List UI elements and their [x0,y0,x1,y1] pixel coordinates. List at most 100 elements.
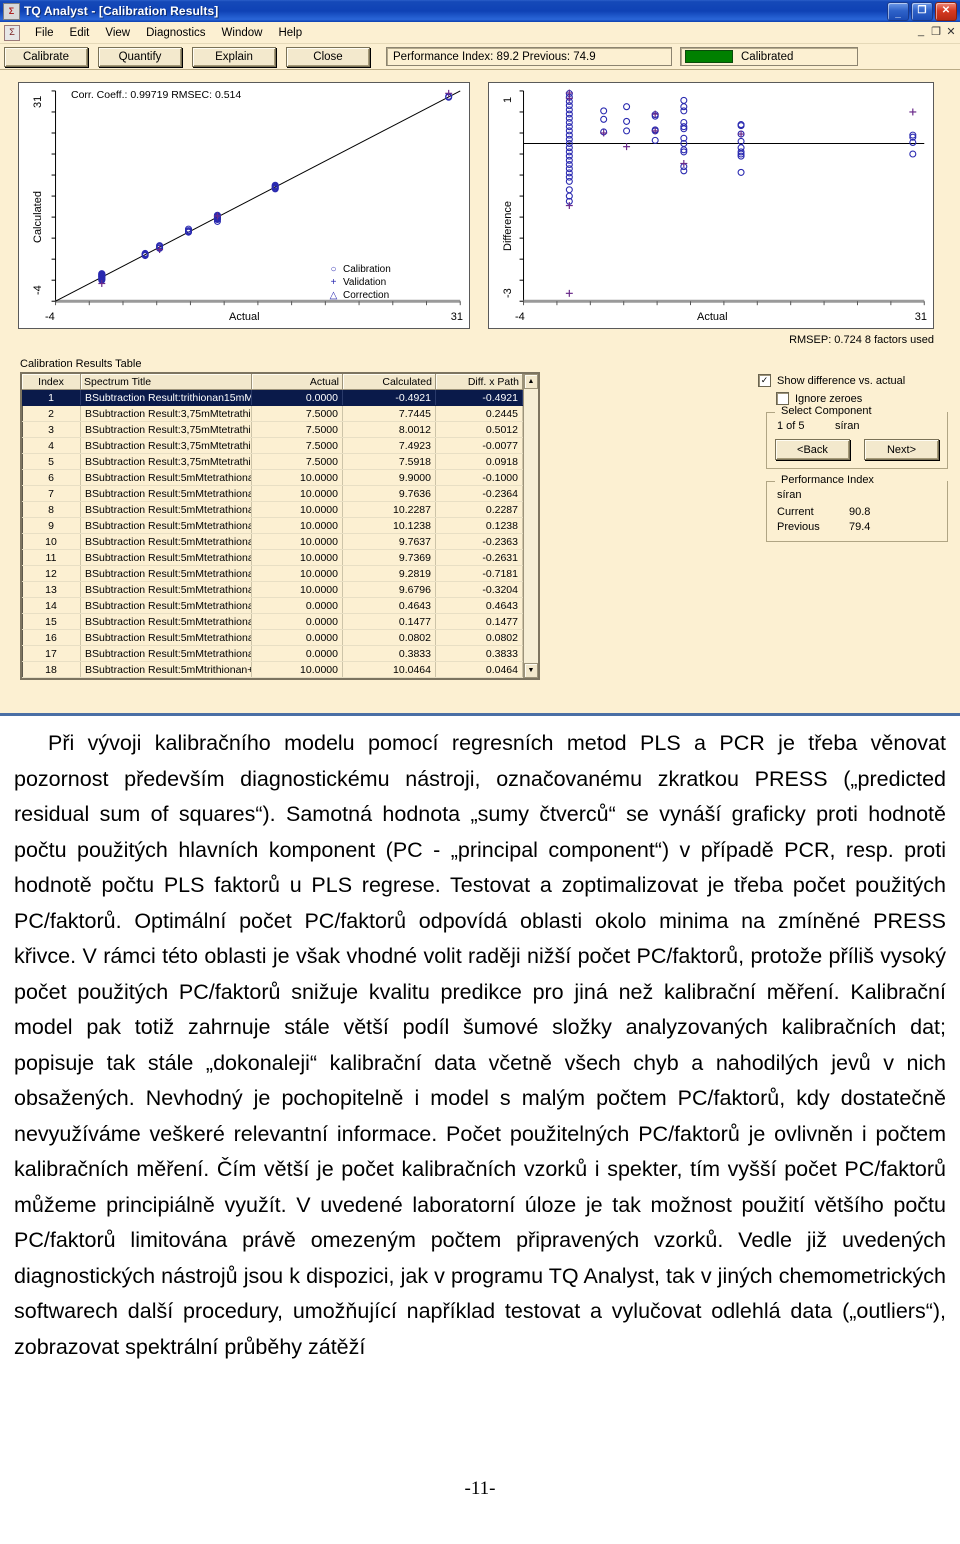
column-header-spectrum[interactable]: Spectrum Title [80,374,252,390]
table-row[interactable]: 10BSubtraction Result:5mMtetrathionan+11… [22,533,523,550]
mdi-close-icon[interactable]: ✕ [946,25,956,38]
window-controls: _ ❐ ✕ [887,2,957,21]
close-button[interactable]: ✕ [935,2,957,21]
table-row[interactable]: 17BSubtraction Result:5mMtetrathionan+10… [22,645,523,662]
cell-title: BSubtraction Result:3,75mMtetrathionar [80,405,252,422]
cell-title: BSubtraction Result:3,75mMtetrathionar [80,453,252,470]
cell-diff: -0.2363 [435,533,523,550]
results-grid[interactable]: Index Spectrum Title Actual Calculated D… [20,372,540,680]
legend-label-validation: Validation [343,277,387,288]
menu-item-file[interactable]: File [27,26,62,40]
rmsep-annotation: RMSEP: 0.724 8 factors used [789,334,934,346]
component-position-row: 1 of 5 síran [777,420,939,432]
difference-vs-actual-chart[interactable]: Difference 1 -3 Actual -4 31 [488,82,934,329]
ignore-zeroes-checkbox-row[interactable]: Ignore zeroes [776,392,948,405]
table-row[interactable]: 7BSubtraction Result:5mMtetrathionan+510… [22,485,523,502]
table-row[interactable]: 13BSubtraction Result:5mMtetrathionan+11… [22,581,523,598]
cell-title: BSubtraction Result:trithionan15mM-02- [80,389,252,406]
table-row[interactable]: 8BSubtraction Result:5mMtetrathionan+510… [22,501,523,518]
cell-calc: 9.7636 [342,485,436,502]
cell-calc: 9.9000 [342,469,436,486]
table-row[interactable]: 1BSubtraction Result:trithionan15mM-02-0… [22,389,523,406]
cell-calc: 8.0012 [342,421,436,438]
cell-calc: 7.7445 [342,405,436,422]
cell-actual: 10.0000 [251,581,343,598]
column-header-index[interactable]: Index [22,374,81,390]
back-button[interactable]: <Back [775,439,850,460]
table-row[interactable]: 12BSubtraction Result:5mMtetrathionan+11… [22,565,523,582]
paragraph-text: Při vývoji kalibračního modelu pomocí re… [14,731,946,1359]
explain-button[interactable]: Explain [192,46,276,67]
menu-item-diagnostics[interactable]: Diagnostics [138,26,213,40]
scroll-up-arrow-icon[interactable]: ▲ [524,374,538,389]
cell-index: 4 [22,437,81,454]
cell-diff: -0.0077 [435,437,523,454]
scrollbar-track[interactable] [524,389,538,663]
cell-diff: 0.1477 [435,613,523,630]
cell-actual: 10.0000 [251,501,343,518]
column-header-calculated[interactable]: Calculated [342,374,436,390]
cell-index: 13 [22,581,81,598]
cell-actual: 7.5000 [251,421,343,438]
component-position: 1 of 5 [777,420,805,432]
table-row[interactable]: 2BSubtraction Result:3,75mMtetrathionar 7… [22,405,523,422]
table-row[interactable]: 5BSubtraction Result:3,75mMtetrathionar7… [22,453,523,470]
table-row[interactable]: 6BSubtraction Result:5mMtetrathionan+510… [22,469,523,486]
cell-index: 16 [22,629,81,646]
document-body: Při vývoji kalibračního modelu pomocí re… [0,726,960,1365]
cell-index: 14 [22,597,81,614]
quantify-button[interactable]: Quantify [98,46,182,67]
cell-calc: 0.3833 [342,645,436,662]
cell-diff: 0.0918 [435,453,523,470]
left-chart-plot [51,89,461,306]
scroll-down-arrow-icon[interactable]: ▼ [524,663,538,678]
table-row[interactable]: 18BSubtraction Result:5mMtrithionan+10m1… [22,661,523,678]
restore-icon: ❐ [917,5,927,16]
table-row[interactable]: 14BSubtraction Result:5mMtetrathionan+10… [22,597,523,614]
menu-item-edit[interactable]: Edit [62,26,98,40]
table-row[interactable]: 4BSubtraction Result:3,75mMtetrathionar7… [22,437,523,454]
calibrate-button[interactable]: Calibrate [4,46,88,67]
cell-actual: 10.0000 [251,549,343,566]
table-row[interactable]: 15BSubtraction Result:5mMtetrathionan+10… [22,613,523,630]
menu-item-help[interactable]: Help [270,26,310,40]
status-swatch [685,50,733,63]
cell-title: BSubtraction Result:5mMtetrathionan+1 [80,549,252,566]
cell-index: 8 [22,501,81,518]
mdi-window-controls: _ ❐ ✕ [916,25,956,38]
table-vertical-scrollbar[interactable]: ▲ ▼ [523,374,538,678]
calculated-vs-actual-chart[interactable]: Corr. Coeff.: 0.99719 RMSEC: 0.514 Calcu… [18,82,470,329]
table-row[interactable]: 11BSubtraction Result:5mMtetrathionan+11… [22,549,523,566]
charts-region: Corr. Coeff.: 0.99719 RMSEC: 0.514 Calcu… [0,72,960,352]
current-label: Current [777,506,814,518]
cell-calc: 9.7637 [342,533,436,550]
column-header-diff[interactable]: Diff. x Path [435,374,523,390]
cell-actual: 0.0000 [251,389,343,406]
show-difference-checkbox-row[interactable]: ✓ Show difference vs. actual [758,374,948,387]
cell-actual: 10.0000 [251,565,343,582]
table-row[interactable]: 9BSubtraction Result:5mMtetrathionan+510… [22,517,523,534]
mdi-restore-icon[interactable]: ❐ [931,25,941,38]
menu-item-window[interactable]: Window [214,26,271,40]
table-row[interactable]: 16BSubtraction Result:5mMtetrathionan+10… [22,629,523,646]
restore-button[interactable]: ❐ [911,2,933,21]
close-view-button[interactable]: Close [286,46,370,67]
checkbox-unchecked-icon[interactable] [776,392,789,405]
table-row[interactable]: 3BSubtraction Result:3,75mMtetrathionar7… [22,421,523,438]
legend-entry-calibration: ○ Calibration [329,263,390,276]
cell-calc: 7.5918 [342,453,436,470]
sigma-icon[interactable]: Σ [4,24,20,41]
window-title: TQ Analyst - [Calibration Results] [24,4,219,18]
cell-index: 2 [22,405,81,422]
cell-diff: 0.3833 [435,645,523,662]
checkbox-checked-icon[interactable]: ✓ [758,374,771,387]
cell-index: 12 [22,565,81,582]
cell-index: 15 [22,613,81,630]
tq-analyst-icon: Σ [3,2,20,20]
column-header-actual[interactable]: Actual [251,374,343,390]
mdi-minimize-icon[interactable]: _ [916,25,926,38]
minimize-button[interactable]: _ [887,2,909,21]
menu-item-view[interactable]: View [97,26,138,40]
close-icon: ✕ [941,5,951,16]
next-button[interactable]: Next> [864,439,939,460]
